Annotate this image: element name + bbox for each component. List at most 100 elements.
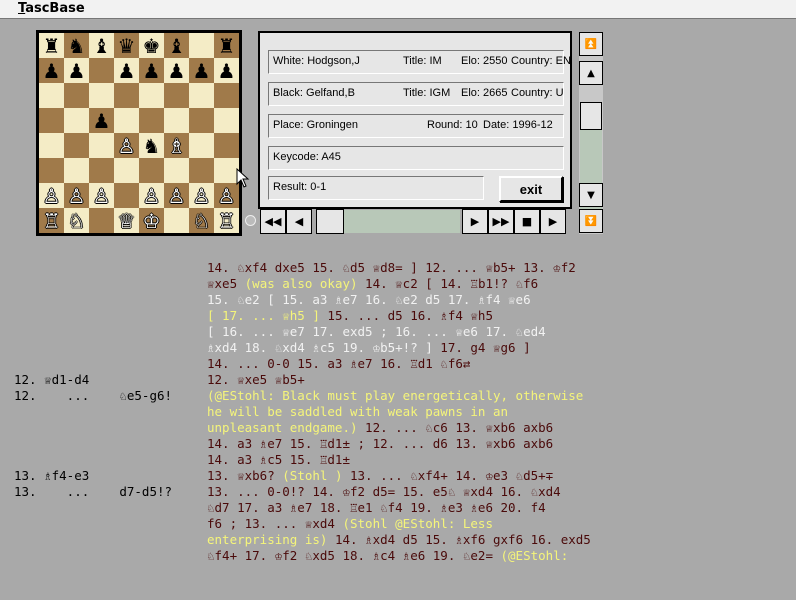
square-a3[interactable] <box>39 158 64 183</box>
previous-move-icon[interactable]: ◀ <box>286 209 312 234</box>
square-c5[interactable]: ♟ <box>89 108 114 133</box>
exit-button[interactable]: exit <box>499 176 563 202</box>
chess-piece-icon[interactable]: ♞ <box>68 36 86 56</box>
scroll-bottom-icon[interactable]: ⏬ <box>579 209 603 233</box>
move-line[interactable]: ♕xe5 (was also okay) 14. ♕c2 [ 14. ♖b1!?… <box>207 276 538 292</box>
chess-piece-icon[interactable]: ♟ <box>93 111 111 131</box>
chess-piece-icon[interactable]: ♟ <box>43 61 61 81</box>
square-f6[interactable] <box>164 83 189 108</box>
scroll-up-icon[interactable]: ▲ <box>579 61 603 85</box>
square-c6[interactable] <box>89 83 114 108</box>
chess-piece-icon[interactable]: ♗ <box>168 136 186 156</box>
move-line[interactable]: 14. a3 ♗e7 15. ♖d1± ; 12. ... d6 13. ♕xb… <box>207 436 553 452</box>
square-g6[interactable] <box>189 83 214 108</box>
square-b1[interactable]: ♘ <box>64 208 89 233</box>
chess-piece-icon[interactable]: ♝ <box>93 36 111 56</box>
chess-piece-icon[interactable]: ♟ <box>218 61 236 81</box>
chess-piece-icon[interactable]: ♔ <box>143 211 161 231</box>
square-c1[interactable] <box>89 208 114 233</box>
square-e1[interactable]: ♔ <box>139 208 164 233</box>
chess-piece-icon[interactable]: ♝ <box>168 36 186 56</box>
square-g8[interactable] <box>189 33 214 58</box>
chess-piece-icon[interactable]: ♖ <box>43 211 61 231</box>
comment-line[interactable]: he will be saddled with weak pawns in an <box>207 404 508 420</box>
main-move-black-12[interactable]: 12. ... ♘e5-g6! <box>14 388 172 404</box>
square-b4[interactable] <box>64 133 89 158</box>
chess-piece-icon[interactable]: ♙ <box>168 186 186 206</box>
square-g5[interactable] <box>189 108 214 133</box>
main-move-black-13[interactable]: 13. ... d7-d5!? <box>14 484 172 500</box>
square-b3[interactable] <box>64 158 89 183</box>
move-line[interactable]: enterprising is) 14. ♗xd4 d5 15. ♗xf6 gx… <box>207 532 591 548</box>
move-line[interactable]: unpleasant endgame.) 12. ... ♘c6 13. ♕xb… <box>207 420 553 436</box>
next-move-icon[interactable]: ▶ <box>462 209 488 234</box>
move-line[interactable]: 12. ♕xe5 ♕b5+ <box>207 372 305 388</box>
chess-piece-icon[interactable]: ♕ <box>118 211 136 231</box>
moves-scrollbar[interactable]: ⏫ ▲ ▼ ⏬ <box>579 32 603 234</box>
scroll-down-icon[interactable]: ▼ <box>579 183 603 207</box>
move-line[interactable]: f6 ; 13. ... ♕xd4 (Stohl @EStohl: Less <box>207 516 493 532</box>
chess-piece-icon[interactable]: ♙ <box>43 186 61 206</box>
square-g1[interactable]: ♘ <box>189 208 214 233</box>
square-f4[interactable]: ♗ <box>164 133 189 158</box>
square-a7[interactable]: ♟ <box>39 58 64 83</box>
chess-piece-icon[interactable]: ♟ <box>168 61 186 81</box>
square-a8[interactable]: ♜ <box>39 33 64 58</box>
variation-line[interactable]: [ 16. ... ♕e7 17. exd5 ; 16. ... ♕e6 17.… <box>207 324 546 340</box>
chess-piece-icon[interactable]: ♟ <box>118 61 136 81</box>
move-line[interactable]: [ 17. ... ♕h5 ] 15. ... d5 16. ♗f4 ♕h5 <box>207 308 493 324</box>
square-f8[interactable]: ♝ <box>164 33 189 58</box>
move-line[interactable]: 13. ... 0-0!? 14. ♔f2 d5= 15. e5♘ ♕xd4 1… <box>207 484 561 500</box>
move-line[interactable]: 13. ♕xb6? (Stohl ) 13. ... ♘xf4+ 14. ♔e3… <box>207 468 553 484</box>
square-b8[interactable]: ♞ <box>64 33 89 58</box>
square-e4[interactable]: ♞ <box>139 133 164 158</box>
square-e7[interactable]: ♟ <box>139 58 164 83</box>
square-f7[interactable]: ♟ <box>164 58 189 83</box>
square-g2[interactable]: ♙ <box>189 183 214 208</box>
square-h7[interactable]: ♟ <box>214 58 239 83</box>
move-line[interactable]: ♘d7 17. a3 ♗e7 18. ♖e1 ♘f4 19. ♗e3 ♗e6 2… <box>207 500 546 516</box>
last-move-icon[interactable]: ▶▶ <box>488 209 514 234</box>
square-a5[interactable] <box>39 108 64 133</box>
square-c4[interactable] <box>89 133 114 158</box>
main-move-white-13[interactable]: 13. ♗f4-e3 <box>14 468 89 484</box>
square-d5[interactable] <box>114 108 139 133</box>
square-d6[interactable] <box>114 83 139 108</box>
chess-piece-icon[interactable]: ♙ <box>93 186 111 206</box>
square-d2[interactable] <box>114 183 139 208</box>
square-b6[interactable] <box>64 83 89 108</box>
square-f1[interactable] <box>164 208 189 233</box>
square-a4[interactable] <box>39 133 64 158</box>
square-e8[interactable]: ♚ <box>139 33 164 58</box>
chess-piece-icon[interactable]: ♙ <box>118 136 136 156</box>
square-f3[interactable] <box>164 158 189 183</box>
menu-tascbase[interactable]: TascBase <box>18 1 85 16</box>
square-c3[interactable] <box>89 158 114 183</box>
square-f2[interactable]: ♙ <box>164 183 189 208</box>
square-c7[interactable] <box>89 58 114 83</box>
square-h1[interactable]: ♖ <box>214 208 239 233</box>
chess-board[interactable]: ♜ ♞ ♝ ♛ ♚ ♝ ♜ ♟ ♟ ♟ ♟ ♟ ♟ ♟ ♟ ♙ ♞ ♗ ♙ ♙ ♙ ♙ ♙ ♙ ♙ ♖ ♘ ♕ ♔ ♘ ♖ <box>36 30 242 236</box>
stop-icon[interactable]: ■ <box>514 209 540 234</box>
square-g3[interactable] <box>189 158 214 183</box>
variation-line[interactable]: 15. ♘e2 [ 15. a3 ♗e7 16. ♘e2 d5 17. ♗f4 … <box>207 292 531 308</box>
scroll-top-icon[interactable]: ⏫ <box>579 32 603 56</box>
chess-piece-icon[interactable]: ♜ <box>218 36 236 56</box>
move-slider-thumb[interactable] <box>316 209 344 234</box>
play-icon[interactable]: ▶ <box>540 209 566 234</box>
square-c2[interactable]: ♙ <box>89 183 114 208</box>
square-d3[interactable] <box>114 158 139 183</box>
square-g7[interactable]: ♟ <box>189 58 214 83</box>
square-b2[interactable]: ♙ <box>64 183 89 208</box>
scroll-thumb[interactable] <box>580 102 602 130</box>
chess-piece-icon[interactable]: ♟ <box>68 61 86 81</box>
square-h6[interactable] <box>214 83 239 108</box>
square-a6[interactable] <box>39 83 64 108</box>
square-d8[interactable]: ♛ <box>114 33 139 58</box>
square-e2[interactable]: ♙ <box>139 183 164 208</box>
first-move-icon[interactable]: ◀◀ <box>260 209 286 234</box>
chess-piece-icon[interactable]: ♜ <box>43 36 61 56</box>
square-b5[interactable] <box>64 108 89 133</box>
square-b7[interactable]: ♟ <box>64 58 89 83</box>
move-line[interactable]: ♘f4+ 17. ♔f2 ♘xd5 18. ♗c4 ♗e6 19. ♘e2= (… <box>207 548 568 564</box>
